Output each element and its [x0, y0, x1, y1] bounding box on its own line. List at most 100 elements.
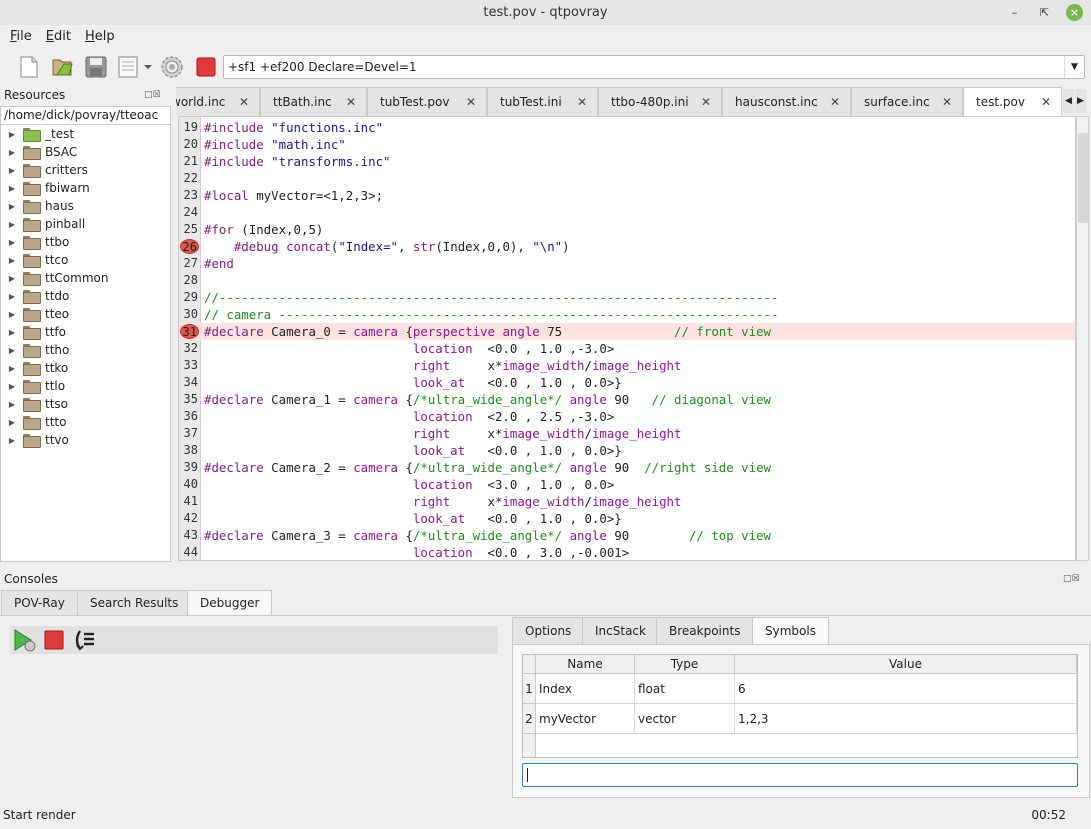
tree-item[interactable]: ▶ ttCommon [1, 269, 170, 287]
table-cell-type[interactable]: vector [635, 704, 735, 734]
code-line[interactable]: 28 [179, 272, 1075, 289]
line-number[interactable]: 42 [179, 510, 200, 527]
tree-item[interactable]: ▶ ttvo [1, 431, 170, 449]
tree-item[interactable]: ▶ pinball [1, 215, 170, 233]
column-header-name[interactable]: Name [536, 655, 635, 674]
close-tab-icon[interactable]: ✕ [830, 88, 840, 116]
code-line[interactable]: 29 //------------------------------------… [179, 289, 1075, 306]
code-line[interactable]: 37 right x*image_width/image_height [179, 425, 1075, 442]
tab-ttbo-480p-ini[interactable]: ttbo-480p.ini ✕ [598, 87, 722, 116]
gear-icon[interactable] [160, 55, 184, 79]
minimize-icon[interactable]: – [1006, 4, 1023, 21]
expand-icon[interactable]: ▶ [1, 238, 23, 247]
code-line[interactable]: 43 #declare Camera_3 = camera {/*ultra_wi… [179, 527, 1075, 544]
tab-scroll-left-icon[interactable]: ◀ [1063, 89, 1074, 113]
close-tab-icon[interactable]: ✕ [1041, 88, 1051, 116]
code-line[interactable]: 21 #include "transforms.inc" [179, 153, 1075, 170]
stop-icon[interactable] [194, 55, 218, 79]
code-line[interactable]: 25 #for (Index,0,5) [179, 221, 1075, 238]
tab-symbols[interactable]: Symbols [752, 617, 829, 645]
expand-icon[interactable]: ▶ [1, 184, 23, 193]
tree-item[interactable]: ▶ ttto [1, 413, 170, 431]
expand-icon[interactable]: ▶ [1, 436, 23, 445]
close-tab-icon[interactable]: ✕ [346, 88, 356, 116]
line-number[interactable]: 40 [179, 476, 200, 493]
tree-item[interactable]: ▶ ttdo [1, 287, 170, 305]
tab-scroll-right-icon[interactable]: ▶ [1075, 89, 1086, 113]
line-number[interactable]: 37 [179, 425, 200, 442]
code-line[interactable]: 33 right x*image_width/image_height [179, 357, 1075, 374]
tree-item[interactable]: ▶ tteo [1, 305, 170, 323]
column-header-value[interactable]: Value [735, 655, 1077, 674]
table-cell-type[interactable]: float [635, 674, 735, 704]
tree-item[interactable]: ▶ ttlo [1, 377, 170, 395]
tab-tubtest-pov[interactable]: tubTest.pov ✕ [367, 87, 487, 116]
close-tab-icon[interactable]: ✕ [577, 88, 587, 116]
code-line[interactable]: 36 location <2.0 , 2.5 ,-3.0> [179, 408, 1075, 425]
tab-search-results[interactable]: Search Results [77, 590, 192, 616]
chevron-down-icon[interactable]: ▼ [1064, 56, 1084, 78]
code-line[interactable]: 32 location <0.0 , 1.0 ,-3.0> [179, 340, 1075, 357]
line-number[interactable]: 33 [179, 357, 200, 374]
expand-icon[interactable]: ▶ [1, 382, 23, 391]
line-number[interactable]: 36 [179, 408, 200, 425]
tab-incstack[interactable]: IncStack [582, 617, 659, 645]
line-number[interactable]: 28 [179, 272, 200, 289]
step-icon[interactable] [72, 628, 96, 652]
expand-icon[interactable]: ▶ [1, 328, 23, 337]
expand-icon[interactable]: ▶ [1, 274, 23, 283]
symbol-input[interactable] [522, 763, 1078, 787]
expand-icon[interactable]: ▶ [1, 130, 23, 139]
tree-item[interactable]: ▶ ttfo [1, 323, 170, 341]
command-line-input[interactable]: +sf1 +ef200 Declare=Devel=1 ▼ [223, 55, 1085, 79]
code-line[interactable]: 38 look_at <0.0 , 1.0 , 0.0>} [179, 442, 1075, 459]
line-number[interactable]: 39 [179, 459, 200, 476]
line-number[interactable]: 43 [179, 527, 200, 544]
expand-icon[interactable]: ▶ [1, 346, 23, 355]
tab-debugger[interactable]: Debugger [187, 590, 273, 616]
new-file-icon[interactable] [17, 55, 41, 79]
editor-scrollbar[interactable] [1076, 116, 1089, 561]
line-number[interactable]: 20 [179, 136, 200, 153]
code-line[interactable]: 42 look_at <0.0 , 1.0 , 0.0>} [179, 510, 1075, 527]
tree-item[interactable]: ▶ ttko [1, 359, 170, 377]
code-line[interactable]: 24 [179, 204, 1075, 221]
table-cell-name[interactable]: myVector [536, 704, 635, 734]
code-line[interactable]: 39 #declare Camera_2 = camera {/*ultra_wi… [179, 459, 1075, 476]
close-tab-icon[interactable]: ✕ [239, 88, 249, 116]
code-line[interactable]: 20 #include "math.inc" [179, 136, 1075, 153]
dock-float-close-icon[interactable]: □☒ [1063, 573, 1087, 585]
chevron-down-icon[interactable] [141, 55, 155, 79]
expand-icon[interactable]: ▶ [1, 418, 23, 427]
line-number[interactable]: 23 [179, 187, 200, 204]
tree-item[interactable]: ▶ BSAC [1, 143, 170, 161]
expand-icon[interactable]: ▶ [1, 202, 23, 211]
line-number[interactable]: 25 [179, 221, 200, 238]
tab-world-inc[interactable]: world.inc ✕ [176, 87, 260, 116]
close-icon[interactable]: × [1066, 4, 1083, 21]
line-number[interactable]: 21 [179, 153, 200, 170]
code-line[interactable]: 22 [179, 170, 1075, 187]
menu-file[interactable]: File [10, 29, 32, 44]
line-number[interactable]: 32 [179, 340, 200, 357]
tab-tubtest-ini[interactable]: tubTest.ini ✕ [487, 87, 598, 116]
document-icon[interactable] [116, 55, 140, 79]
tree-item[interactable]: ▶ ttco [1, 251, 170, 269]
code-line[interactable]: 19 #include "functions.inc" [179, 119, 1075, 136]
menu-edit[interactable]: Edit [46, 29, 71, 44]
line-number[interactable]: 38 [179, 442, 200, 459]
tree-item[interactable]: ▶ ttbo [1, 233, 170, 251]
code-line[interactable]: 35 #declare Camera_1 = camera {/*ultra_wi… [179, 391, 1075, 408]
line-number[interactable]: 27 [179, 255, 200, 272]
line-number[interactable]: 41 [179, 493, 200, 510]
code-line[interactable]: 34 look_at <0.0 , 1.0 , 0.0>} [179, 374, 1075, 391]
line-number[interactable]: 29 [179, 289, 200, 306]
expand-icon[interactable]: ▶ [1, 256, 23, 265]
expand-icon[interactable]: ▶ [1, 400, 23, 409]
scrollbar-thumb[interactable] [1078, 133, 1088, 223]
tree-item[interactable]: ▶ critters [1, 161, 170, 179]
expand-icon[interactable]: ▶ [1, 364, 23, 373]
code-line[interactable]: 44 location <0.0 , 3.0 ,-0.001> [179, 544, 1075, 560]
code-line[interactable]: 23 #local myVector=<1,2,3>; [179, 187, 1075, 204]
code-line[interactable]: 40 location <3.0 , 1.0 , 0.0> [179, 476, 1075, 493]
